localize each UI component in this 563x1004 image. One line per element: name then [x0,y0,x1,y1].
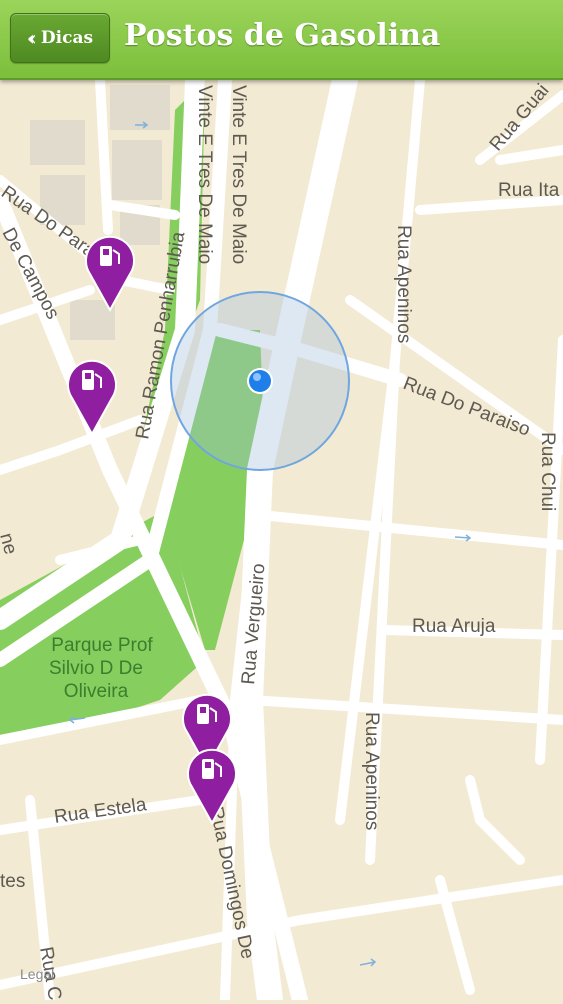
street-label-vinte-e-tres-de-maio-2: Vinte E Tres De Maio [228,85,249,264]
park-label-line-3: Oliveira [64,681,129,702]
street-label-rua-ita: Rua Ita [498,180,560,201]
street-label-vinte-e-tres-de-maio-1: Vinte E Tres De Maio [194,85,215,264]
street-label-rua-apeninos-top: Rua Apeninos [393,225,414,343]
current-location-blue-dot-icon [247,368,273,394]
map-view[interactable]: Vinte E Tres De Maio Vinte E Tres De Mai… [0,10,563,1004]
back-button[interactable]: ‹‹ Dicas [10,13,110,63]
back-button-label: Dicas [40,28,94,48]
page-title: Postos de Gasolina [124,18,441,53]
street-label-rua-aruja: Rua Aruja [412,616,496,637]
map-canvas[interactable]: Vinte E Tres De Maio Vinte E Tres De Mai… [0,10,563,1004]
double-chevron-left-icon: ‹‹ [26,26,37,50]
street-label-rua-chui: Rua Chui [537,432,558,511]
park-label-line-2: Silvio D De [49,658,143,679]
park-label-line-1: Parque Prof [51,635,153,656]
street-label-rua-apeninos-bottom: Rua Apeninos [361,712,382,830]
street-label-tes: tes [0,871,25,892]
navigation-bar: ‹‹ Dicas Postos de Gasolina [0,0,563,80]
legal-link[interactable]: Legal [20,966,54,982]
